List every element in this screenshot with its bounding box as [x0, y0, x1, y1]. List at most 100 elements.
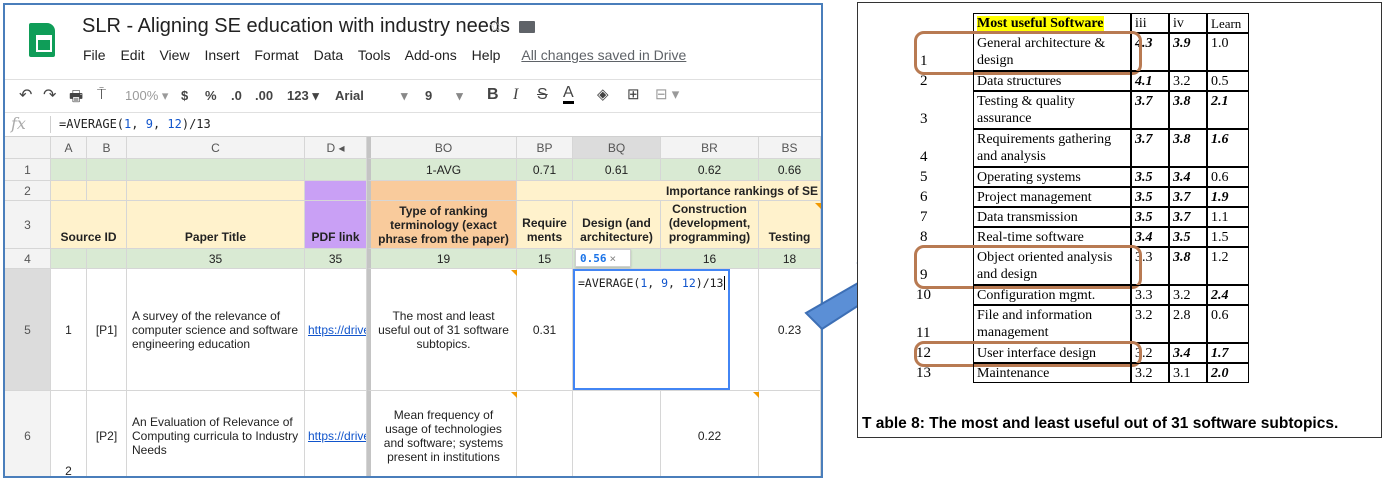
- col-header-a[interactable]: A: [51, 137, 87, 159]
- more-formats-select[interactable]: 123 ▾: [287, 88, 319, 104]
- cell-c6[interactable]: An Evaluation of Relevance of Computing …: [127, 391, 305, 476]
- pdf-link-header[interactable]: PDF link: [305, 201, 367, 249]
- fill-color-icon[interactable]: ◈: [597, 85, 609, 103]
- merge-cells-icon[interactable]: ⊟ ▾: [655, 85, 679, 103]
- col-header-bo[interactable]: BO: [367, 137, 517, 159]
- col-header-bp[interactable]: BP: [517, 137, 573, 159]
- requirements-header[interactable]: Require ments: [517, 201, 573, 249]
- cell-c1[interactable]: [127, 159, 305, 181]
- increase-decimal-button[interactable]: .00: [255, 88, 273, 103]
- cell-br4[interactable]: 16: [661, 249, 759, 269]
- star-icon[interactable]: ☆: [488, 16, 504, 36]
- comment-marker[interactable]: [753, 392, 759, 398]
- cell-br6[interactable]: 0.22: [661, 391, 759, 476]
- cell-a2[interactable]: [51, 181, 87, 201]
- col-header-d[interactable]: D ◂: [305, 137, 367, 159]
- undo-icon[interactable]: ↶: [19, 85, 32, 105]
- cell-d6-link[interactable]: https://drive: [305, 391, 367, 476]
- cell-bo2[interactable]: [367, 181, 517, 201]
- cell-bo1[interactable]: 1-AVG: [367, 159, 517, 181]
- cell-b2[interactable]: [87, 181, 127, 201]
- row-header-4[interactable]: 4: [5, 249, 51, 269]
- cell-b6[interactable]: [P2]: [87, 391, 127, 476]
- strikethrough-button[interactable]: S: [537, 86, 548, 104]
- row-header-6[interactable]: 6: [5, 391, 51, 476]
- close-icon[interactable]: ×: [610, 252, 617, 265]
- cell-bp5[interactable]: 0.31: [517, 269, 573, 391]
- cell-d1[interactable]: [305, 159, 367, 181]
- comment-marker[interactable]: [511, 270, 517, 276]
- cell-bo5[interactable]: The most and least useful out of 31 soft…: [367, 269, 517, 391]
- comment-marker[interactable]: [511, 392, 517, 398]
- cell-editor[interactable]: =AVERAGE(1, 9, 12)/13: [573, 269, 730, 390]
- cell-b5[interactable]: [P1]: [87, 269, 127, 391]
- cell-bo4[interactable]: 19: [367, 249, 517, 269]
- cell-bs1[interactable]: 0.66: [759, 159, 821, 181]
- cell-bq6[interactable]: [573, 391, 661, 476]
- cell-d5-link[interactable]: https://drive: [305, 269, 367, 391]
- percent-button[interactable]: %: [205, 88, 217, 103]
- menu-view[interactable]: View: [159, 47, 189, 63]
- sheets-logo-icon[interactable]: [29, 23, 55, 57]
- cell-br1[interactable]: 0.62: [661, 159, 759, 181]
- col-header-br[interactable]: BR: [661, 137, 759, 159]
- cell-b1[interactable]: [87, 159, 127, 181]
- print-icon[interactable]: 🖶: [69, 86, 83, 111]
- ranking-type-header[interactable]: Type of ranking terminology (exact phras…: [367, 201, 517, 249]
- cell-b4[interactable]: [87, 249, 127, 269]
- cell-bs6[interactable]: [759, 391, 821, 476]
- document-title[interactable]: SLR - Aligning SE education with industr…: [82, 15, 510, 38]
- menu-file[interactable]: File: [83, 47, 106, 63]
- col-header-b[interactable]: B: [87, 137, 127, 159]
- cell-bp1[interactable]: 0.71: [517, 159, 573, 181]
- corner-cell[interactable]: [5, 137, 51, 159]
- row-header-3[interactable]: 3: [5, 201, 51, 249]
- row-header-2[interactable]: 2: [5, 181, 51, 201]
- currency-button[interactable]: $: [181, 88, 188, 103]
- importance-rankings-header[interactable]: Importance rankings of SE: [517, 181, 821, 201]
- menu-data[interactable]: Data: [314, 47, 344, 63]
- cell-bp6[interactable]: [517, 391, 573, 476]
- zoom-select[interactable]: 100% ▾: [125, 88, 168, 104]
- cell-bp4[interactable]: 15: [517, 249, 573, 269]
- source-id-header[interactable]: Source ID: [51, 201, 127, 249]
- menu-help[interactable]: Help: [472, 47, 501, 63]
- cell-bq1[interactable]: 0.61: [573, 159, 661, 181]
- cell-d4[interactable]: 35: [305, 249, 367, 269]
- font-select[interactable]: Arial ▾: [335, 88, 415, 103]
- comment-marker[interactable]: [815, 203, 821, 209]
- text-color-button[interactable]: A: [563, 85, 574, 104]
- row-header-5[interactable]: 5: [5, 269, 51, 391]
- paint-format-icon[interactable]: ⍑: [97, 86, 106, 103]
- save-status-link[interactable]: All changes saved in Drive: [521, 47, 686, 63]
- menu-edit[interactable]: Edit: [120, 47, 144, 63]
- cell-c2[interactable]: [127, 181, 305, 201]
- cell-a5[interactable]: 1: [51, 269, 87, 391]
- design-header[interactable]: Design (and architecture): [573, 201, 661, 249]
- col-header-c[interactable]: C: [127, 137, 305, 159]
- menu-format[interactable]: Format: [254, 47, 298, 63]
- col-header-bs[interactable]: BS: [759, 137, 821, 159]
- italic-button[interactable]: I: [513, 86, 518, 104]
- folder-icon[interactable]: [519, 21, 536, 34]
- redo-icon[interactable]: ↷: [43, 85, 56, 105]
- menu-insert[interactable]: Insert: [204, 47, 239, 63]
- construction-header[interactable]: Construction (development, programming): [661, 201, 759, 249]
- col-header-bq[interactable]: BQ: [573, 137, 661, 159]
- cell-c5[interactable]: A survey of the relevance of computer sc…: [127, 269, 305, 391]
- paper-title-header[interactable]: Paper Title: [127, 201, 305, 249]
- cell-a1[interactable]: [51, 159, 87, 181]
- cell-bo6[interactable]: Mean frequency of usage of technologies …: [367, 391, 517, 476]
- cell-a4[interactable]: [51, 249, 87, 269]
- bold-button[interactable]: B: [487, 86, 499, 104]
- menu-addons[interactable]: Add-ons: [405, 47, 457, 63]
- cell-c4[interactable]: 35: [127, 249, 305, 269]
- borders-icon[interactable]: ⊞: [627, 85, 640, 103]
- menu-tools[interactable]: Tools: [358, 47, 391, 63]
- row-header-1[interactable]: 1: [5, 159, 51, 181]
- cell-d2[interactable]: [305, 181, 367, 201]
- formula-input[interactable]: =AVERAGE(1, 9, 12)/13: [59, 117, 211, 131]
- cell-a6[interactable]: 2: [51, 391, 87, 476]
- decrease-decimal-button[interactable]: .0: [231, 88, 242, 103]
- font-size-select[interactable]: 9 ▾: [425, 88, 463, 104]
